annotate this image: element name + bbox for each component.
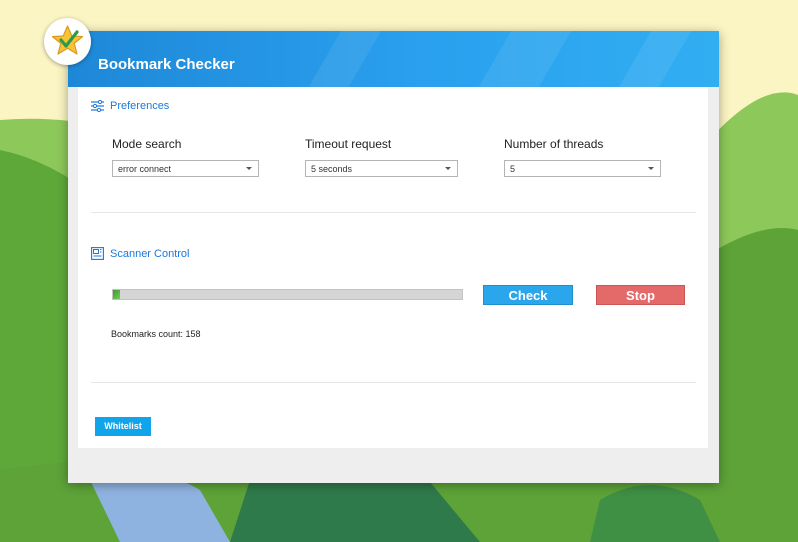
timeout-request-label: Timeout request xyxy=(305,137,392,151)
chevron-down-icon xyxy=(246,167,252,170)
divider xyxy=(91,382,696,383)
header-decoration xyxy=(593,31,703,87)
check-button[interactable]: Check xyxy=(483,285,573,305)
scan-progress-bar xyxy=(112,289,463,300)
preferences-title: Preferences xyxy=(110,100,170,112)
timeout-request-select[interactable]: 5 seconds xyxy=(305,160,458,177)
app-logo xyxy=(44,18,91,65)
chevron-down-icon xyxy=(445,167,451,170)
header-decoration xyxy=(453,31,583,87)
scan-progress-fill xyxy=(113,290,120,299)
timeout-request-value: 5 seconds xyxy=(311,164,353,174)
number-of-threads-value: 5 xyxy=(510,164,516,174)
number-of-threads-select[interactable]: 5 xyxy=(504,160,661,177)
chevron-down-icon xyxy=(648,167,654,170)
mode-search-value: error connect xyxy=(118,164,172,174)
scanner-icon xyxy=(91,247,104,260)
scanner-control-title: Scanner Control xyxy=(110,247,190,260)
mode-search-label: Mode search xyxy=(112,137,182,151)
bookmarks-count: Bookmarks count: 158 xyxy=(111,329,201,339)
sliders-icon xyxy=(91,100,104,112)
preferences-header: Preferences xyxy=(91,100,169,112)
stop-button[interactable]: Stop xyxy=(596,285,685,305)
divider xyxy=(91,212,696,213)
number-of-threads-label: Number of threads xyxy=(504,137,604,151)
app-title: Bookmark Checker xyxy=(98,56,235,73)
main-panel: Preferences Mode search error connect Ti… xyxy=(78,87,708,448)
mode-search-select[interactable]: error connect xyxy=(112,160,259,177)
scanner-control-header: Scanner Control xyxy=(91,247,190,260)
app-window: Bookmark Checker Preferences Mode search… xyxy=(68,31,719,483)
whitelist-button[interactable]: Whitelist xyxy=(95,417,151,436)
app-header: Bookmark Checker xyxy=(68,31,719,87)
star-check-icon xyxy=(51,25,84,55)
header-decoration xyxy=(283,31,393,87)
